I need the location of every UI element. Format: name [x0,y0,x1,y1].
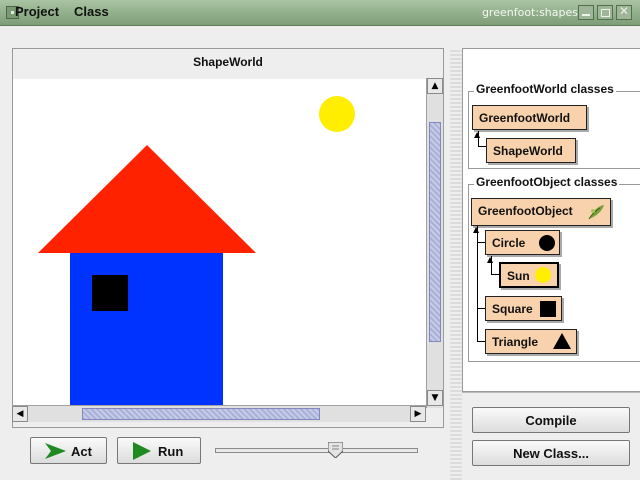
scroll-down-icon[interactable]: ▼ [427,390,443,406]
speed-slider-track[interactable] [215,448,418,453]
tree-line [491,274,499,275]
triangle-roof[interactable] [38,145,256,253]
maximize-icon[interactable] [597,5,613,20]
sun-icon [535,267,551,283]
run-label: Run [158,444,184,459]
world-canvas[interactable] [13,79,426,405]
class-shapeworld[interactable]: ShapeWorld [486,138,576,163]
object-classes-label: GreenfootObject classes [474,175,620,189]
circle-icon [539,235,555,251]
class-circle[interactable]: Circle [485,230,560,255]
vertical-scroll-thumb[interactable] [429,122,441,342]
class-triangle[interactable]: Triangle [485,329,577,354]
inherit-arrow-icon: ▲ [487,255,494,264]
tree-line [478,146,486,147]
new-class-button[interactable]: New Class... [472,440,630,466]
menu-project[interactable]: Project [15,4,59,19]
class-sun[interactable]: Sun [499,262,559,288]
world-classes-label: GreenfootWorld classes [474,82,616,96]
scroll-left-icon[interactable]: ◀ [12,406,28,422]
close-icon[interactable] [616,4,632,20]
world-title: ShapeWorld [193,55,263,69]
menu-class[interactable]: Class [74,4,109,19]
compile-button[interactable]: Compile [472,407,630,433]
class-square-label: Square [492,302,533,316]
class-greenfootobject-label: GreenfootObject [478,204,573,218]
act-button[interactable]: Act [30,437,107,464]
class-square[interactable]: Square [485,296,562,321]
square-icon [540,301,556,317]
scroll-right-icon[interactable]: ▶ [410,406,426,422]
inherit-arrow-icon: ▲ [474,130,481,139]
scroll-up-icon[interactable]: ▲ [427,78,443,94]
class-greenfootworld[interactable]: GreenfootWorld [472,105,587,130]
class-triangle-label: Triangle [492,335,539,349]
triangle-icon [553,333,571,349]
panel-divider[interactable] [450,48,462,480]
square-window[interactable] [92,275,128,311]
class-sun-label: Sun [507,269,530,283]
minimize-icon[interactable] [578,5,594,20]
speed-slider-thumb[interactable] [327,441,344,459]
class-actions-area [462,392,640,480]
tree-line [477,341,485,342]
horizontal-scroll-thumb[interactable] [82,408,320,420]
tree-line [477,242,485,243]
sun-circle[interactable] [319,96,355,132]
tree-line [477,308,485,309]
menubar [0,26,640,48]
act-arrow-icon [45,443,66,459]
class-circle-label: Circle [492,236,526,250]
class-panel: GreenfootWorld classes GreenfootWorld ▲ … [462,48,640,392]
tree-line [477,226,478,342]
window-title: greenfoot:shapes [481,6,578,19]
greenfoot-leaf-icon [588,205,604,220]
act-label: Act [71,444,92,459]
class-greenfootobject[interactable]: GreenfootObject [471,198,611,226]
run-button[interactable]: Run [117,437,201,464]
run-play-icon [133,442,151,460]
inherit-arrow-icon: ▲ [473,225,480,234]
